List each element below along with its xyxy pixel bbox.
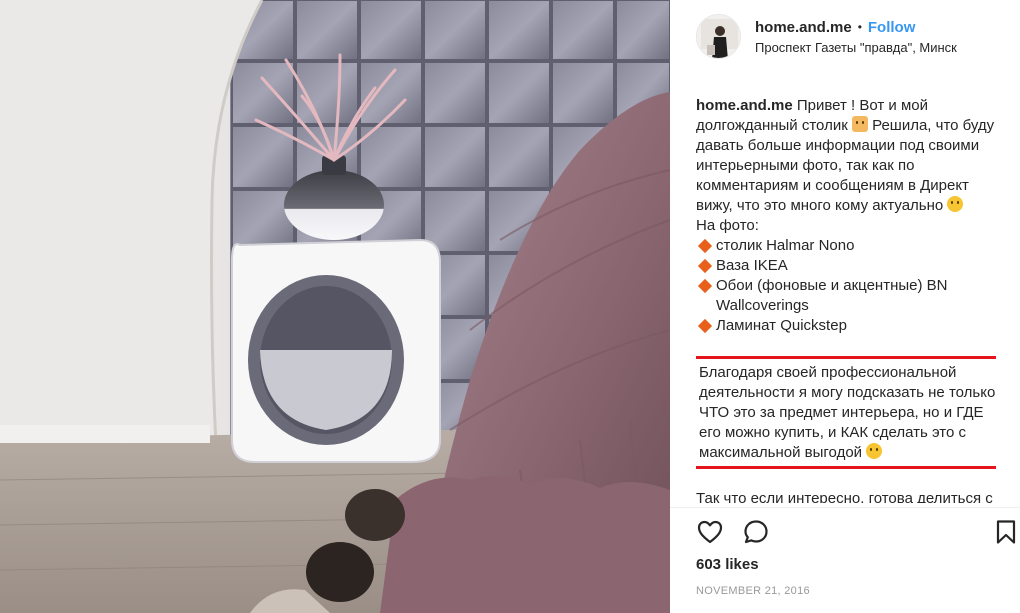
post-photo[interactable] xyxy=(0,0,670,613)
orange-diamond-icon xyxy=(697,258,713,274)
smirk-emoji-icon xyxy=(866,443,883,459)
orange-diamond-icon xyxy=(697,318,713,334)
caption-intro: home.and.me Привет ! Вот и мой долгождан… xyxy=(696,96,996,216)
list-item-text: Ламинат Quickstep xyxy=(716,317,847,334)
post-header: home.and.me • Follow Проспект Газеты "пр… xyxy=(670,0,1020,73)
post-date: NOVEMBER 21, 2016 xyxy=(696,585,810,597)
likes-count[interactable]: 603 likes xyxy=(696,556,759,573)
post-sidebar: home.and.me • Follow Проспект Газеты "пр… xyxy=(670,0,1020,613)
list-item-text: Обои (фоновые и акцентные) BN Wallcoveri… xyxy=(716,277,948,314)
bookmark-icon[interactable] xyxy=(992,518,1020,546)
raised-hands-emoji-icon xyxy=(851,116,868,132)
interior-photo-image xyxy=(0,0,670,613)
orange-diamond-icon xyxy=(697,278,713,294)
photo-heading: На фото: xyxy=(696,217,759,234)
highlighted-text: Благодаря своей профессиональной деятель… xyxy=(699,364,996,461)
location-link[interactable]: Проспект Газеты "правда", Минск xyxy=(755,40,957,55)
wink-emoji-icon xyxy=(947,196,964,212)
follow-button[interactable]: Follow xyxy=(868,19,916,36)
heart-icon[interactable] xyxy=(696,518,724,546)
list-item-text: Ваза IKEA xyxy=(716,257,788,274)
avatar[interactable] xyxy=(696,14,741,59)
list-item: столик Halmar Nono xyxy=(696,236,996,256)
list-item: Обои (фоновые и акцентные) BN Wallcoveri… xyxy=(696,276,996,316)
list-item: Ваза IKEA xyxy=(696,256,996,276)
post-caption: home.and.me Привет ! Вот и мой долгождан… xyxy=(696,96,996,503)
orange-diamond-icon xyxy=(697,238,713,254)
list-item: Ламинат Quickstep xyxy=(696,316,996,336)
header-username[interactable]: home.and.me xyxy=(755,19,852,36)
highlighted-paragraph: Благодаря своей профессиональной деятель… xyxy=(696,356,996,469)
post-actions: 603 likes NOVEMBER 21, 2016 xyxy=(670,507,1020,613)
avatar-image xyxy=(697,15,740,58)
caption-outro: Так что если интересно, готова делиться … xyxy=(696,490,993,503)
comment-icon[interactable] xyxy=(742,518,770,546)
list-item-text: столик Halmar Nono xyxy=(716,237,855,254)
separator-dot: • xyxy=(857,20,862,34)
caption-username[interactable]: home.and.me xyxy=(696,97,793,114)
